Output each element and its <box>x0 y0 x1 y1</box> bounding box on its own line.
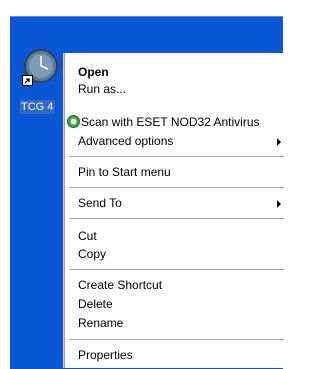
menu-item-label: Cut <box>78 229 97 243</box>
menu-item-open[interactable]: Open <box>65 63 284 81</box>
menu-separator <box>69 187 284 188</box>
menu-item-label: Open <box>78 65 109 79</box>
desktop-icon-label[interactable]: TCG 4 <box>20 100 56 114</box>
menu-item-properties[interactable]: Properties <box>65 346 284 364</box>
submenu-arrow-icon <box>277 200 281 208</box>
menu-item-rename[interactable]: Rename <box>65 314 284 332</box>
menu-item-label: Pin to Start menu <box>78 165 171 179</box>
menu-item-label: Properties <box>78 348 133 362</box>
submenu-arrow-icon <box>277 138 281 146</box>
menu-item-label: Advanced options <box>78 134 174 148</box>
menu-item-label: Scan with ESET NOD32 Antivirus <box>81 115 260 129</box>
eset-antivirus-icon <box>67 115 80 128</box>
menu-item-delete[interactable]: Delete <box>65 295 284 313</box>
menu-item-advanced-options[interactable]: Advanced options <box>65 132 284 150</box>
menu-item-send-to[interactable]: Send To <box>65 194 284 212</box>
menu-item-label: Create Shortcut <box>78 278 163 292</box>
menu-item-label: Run as... <box>78 82 127 96</box>
menu-item-run-as[interactable]: Run as... <box>65 80 284 98</box>
menu-item-label: Send To <box>78 196 122 210</box>
menu-item-scan-eset[interactable]: Scan with ESET NOD32 Antivirus <box>65 113 284 131</box>
menu-item-copy[interactable]: Copy <box>65 245 284 263</box>
menu-separator <box>69 156 284 157</box>
menu-separator <box>69 218 284 219</box>
menu-item-label: Rename <box>78 316 124 330</box>
menu-item-pin-to-start[interactable]: Pin to Start menu <box>65 163 284 181</box>
menu-item-label: Delete <box>78 297 113 311</box>
menu-item-create-shortcut[interactable]: Create Shortcut <box>65 276 284 294</box>
shortcut-arrow-icon <box>22 75 33 86</box>
menu-item-label: Copy <box>78 247 107 261</box>
menu-separator <box>69 339 284 340</box>
menu-item-cut[interactable]: Cut <box>65 227 284 245</box>
context-menu: Open Run as... Scan with ESET NOD32 Anti… <box>64 53 284 368</box>
menu-separator <box>69 269 284 270</box>
